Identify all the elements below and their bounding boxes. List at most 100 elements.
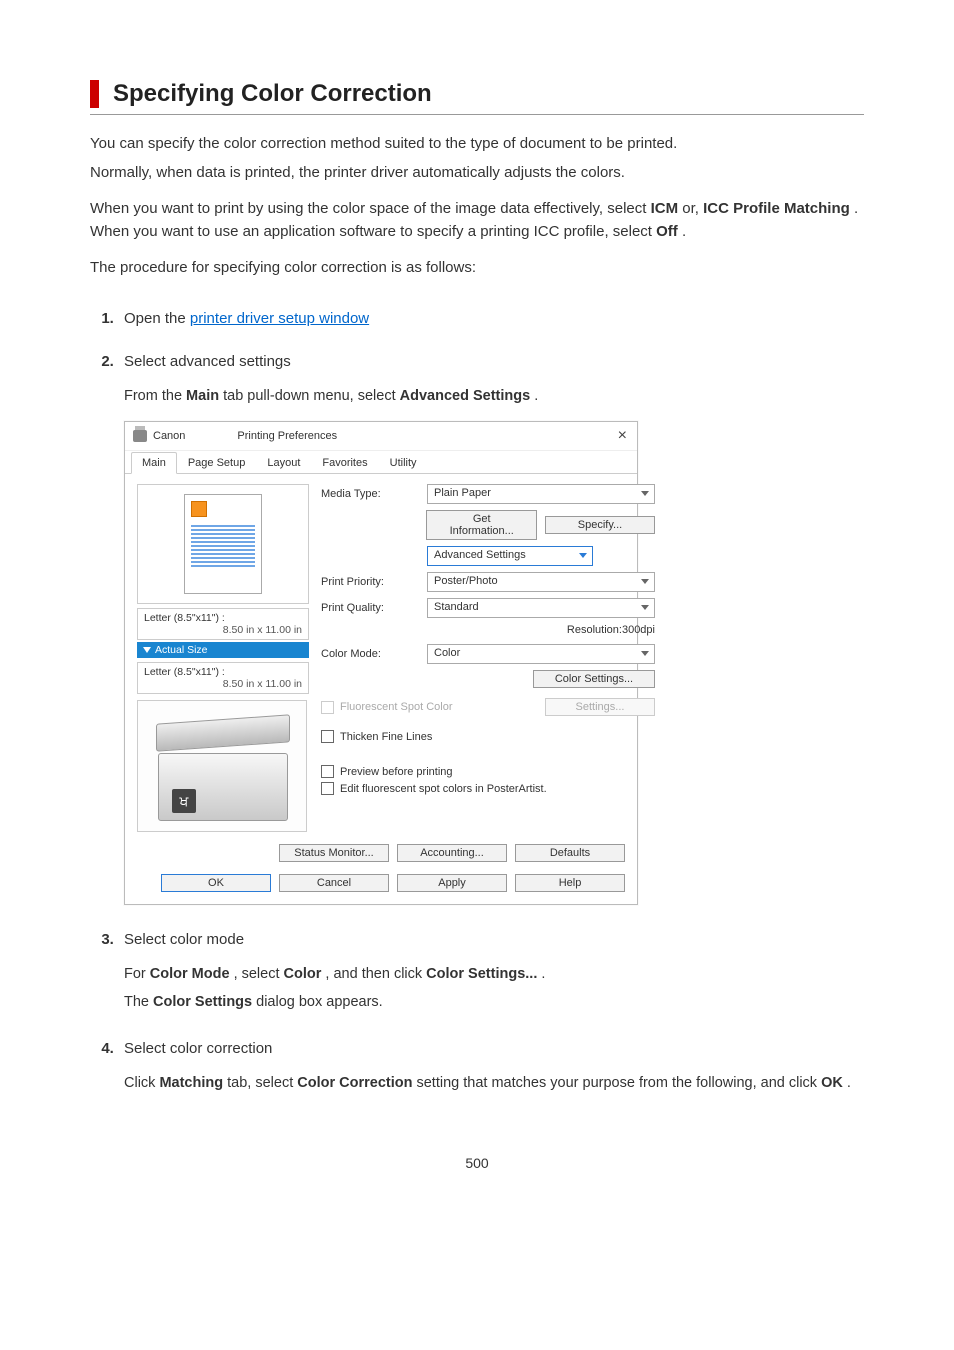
fluorescent-spot-checkbox (321, 701, 334, 714)
step3-csdlg: Color Settings (153, 994, 252, 1010)
step4-line1: Click Matching tab, select Color Correct… (124, 1073, 864, 1095)
print-priority-dropdown[interactable]: Poster/Photo (427, 572, 655, 592)
step2-main: Main (186, 388, 219, 404)
defaults-button[interactable]: Defaults (515, 844, 625, 862)
printer-driver-setup-link[interactable]: printer driver setup window (190, 310, 369, 327)
page-number: 500 (90, 1155, 864, 1171)
print-quality-label: Print Quality: (321, 602, 419, 614)
step3-line1: For Color Mode , select Color , and then… (124, 964, 864, 986)
step3-cm: Color Mode (150, 966, 230, 982)
printing-preferences-dialog: Canon Printing Preferences × Main Page S… (124, 421, 638, 905)
step4-c: setting that matches your purpose from t… (416, 1075, 821, 1091)
dialog-tabs: Main Page Setup Layout Favorites Utility (125, 451, 637, 474)
preview-before-printing-label: Preview before printing (340, 766, 453, 778)
step-1: Open the printer driver setup window (118, 310, 864, 327)
step3-a: For (124, 966, 150, 982)
specify-button[interactable]: Specify... (545, 516, 655, 534)
step-3: Select color mode For Color Mode , selec… (118, 931, 864, 1014)
tab-main[interactable]: Main (131, 452, 177, 474)
intro-off: Off (656, 223, 678, 240)
title-rule (90, 114, 864, 115)
media-type-dropdown[interactable]: Plain Paper (427, 484, 655, 504)
preview-before-printing-checkbox[interactable] (321, 765, 334, 778)
arrow-down-icon (143, 647, 151, 653)
step2-body: From the Main tab pull-down menu, select… (124, 386, 864, 408)
help-button[interactable]: Help (515, 874, 625, 892)
intro-icc: ICC Profile Matching (703, 200, 850, 217)
step3-d: . (541, 966, 545, 982)
actual-size-label: Actual Size (155, 644, 208, 656)
step2-title: Select advanced settings (124, 353, 291, 370)
intro-p1: You can specify the color correction met… (90, 133, 864, 156)
get-information-button[interactable]: Get Information... (426, 510, 537, 540)
close-icon[interactable]: × (618, 428, 627, 444)
printer-panel-icon: ਖ (172, 789, 196, 813)
intro-p3d: . (682, 223, 686, 240)
color-mode-label: Color Mode: (321, 648, 419, 660)
accounting-button[interactable]: Accounting... (397, 844, 507, 862)
paper-size-2-dim: 8.50 in x 11.00 in (144, 678, 302, 690)
step3-line2: The Color Settings dialog box appears. (124, 992, 864, 1014)
settings-mode-dropdown[interactable]: Advanced Settings (427, 546, 593, 566)
edit-fluorescent-label: Edit fluorescent spot colors in PosterAr… (340, 783, 547, 795)
step4-match: Matching (159, 1075, 223, 1091)
step4-title: Select color correction (124, 1040, 272, 1057)
step4-cc: Color Correction (297, 1075, 412, 1091)
edit-fluorescent-checkbox[interactable] (321, 782, 334, 795)
dialog-titlebar: Canon Printing Preferences × (125, 422, 637, 451)
paper-size-1-label: Letter (8.5"x11") : (144, 612, 302, 624)
tab-favorites[interactable]: Favorites (311, 452, 378, 474)
ok-button[interactable]: OK (161, 874, 271, 892)
paper-size-2-label: Letter (8.5"x11") : (144, 666, 302, 678)
intro-icm: ICM (651, 200, 679, 217)
step3-color: Color (284, 966, 322, 982)
actual-size-bar: Actual Size (137, 642, 309, 658)
color-mode-dropdown[interactable]: Color (427, 644, 655, 664)
print-priority-label: Print Priority: (321, 576, 419, 588)
step1-lead: Open the (124, 310, 190, 327)
step3-e: The (124, 994, 153, 1010)
step2-a: From the (124, 388, 186, 404)
tab-layout[interactable]: Layout (256, 452, 311, 474)
tab-utility[interactable]: Utility (379, 452, 428, 474)
media-type-label: Media Type: (321, 488, 419, 500)
step4-a: Click (124, 1075, 159, 1091)
paper-size-1: Letter (8.5"x11") : 8.50 in x 11.00 in (137, 608, 309, 640)
dialog-left-column: Letter (8.5"x11") : 8.50 in x 11.00 in A… (137, 484, 309, 832)
step4-b: tab, select (227, 1075, 297, 1091)
step-4: Select color correction Click Matching t… (118, 1040, 864, 1095)
paper-size-2: Letter (8.5"x11") : 8.50 in x 11.00 in (137, 662, 309, 694)
step3-f: dialog box appears. (256, 994, 383, 1010)
intro-p3a: When you want to print by using the colo… (90, 200, 651, 217)
document-preview (137, 484, 309, 604)
fluorescent-settings-button: Settings... (545, 698, 655, 716)
step4-ok: OK (821, 1075, 843, 1091)
step-2: Select advanced settings From the Main t… (118, 353, 864, 906)
paper-size-1-dim: 8.50 in x 11.00 in (144, 624, 302, 636)
document-thumb (184, 494, 262, 594)
intro-p3b: or, (682, 200, 703, 217)
step2-adv: Advanced Settings (400, 388, 531, 404)
intro-p2: Normally, when data is printed, the prin… (90, 162, 864, 185)
dialog-right-column: Media Type: Plain Paper Get Information.… (321, 484, 655, 832)
page-title: Specifying Color Correction (113, 80, 864, 108)
tab-page-setup[interactable]: Page Setup (177, 452, 257, 474)
apply-button[interactable]: Apply (397, 874, 507, 892)
thicken-fine-lines-label: Thicken Fine Lines (340, 731, 432, 743)
resolution-text: Resolution:300dpi (321, 624, 655, 636)
color-settings-button[interactable]: Color Settings... (533, 670, 655, 688)
cancel-button[interactable]: Cancel (279, 874, 389, 892)
fluorescent-spot-label: Fluorescent Spot Color (340, 701, 453, 713)
print-quality-dropdown[interactable]: Standard (427, 598, 655, 618)
step2-b: tab pull-down menu, select (223, 388, 400, 404)
dialog-title-brand: Canon (153, 430, 185, 442)
dialog-title-suffix: Printing Preferences (237, 430, 337, 442)
intro-p3: When you want to print by using the colo… (90, 198, 864, 243)
step3-cs: Color Settings... (426, 966, 537, 982)
step2-c: . (534, 388, 538, 404)
step3-b: , select (234, 966, 284, 982)
printer-illustration: ਖ (137, 700, 307, 832)
status-monitor-button[interactable]: Status Monitor... (279, 844, 389, 862)
thicken-fine-lines-checkbox[interactable] (321, 730, 334, 743)
step3-c: , and then click (325, 966, 426, 982)
